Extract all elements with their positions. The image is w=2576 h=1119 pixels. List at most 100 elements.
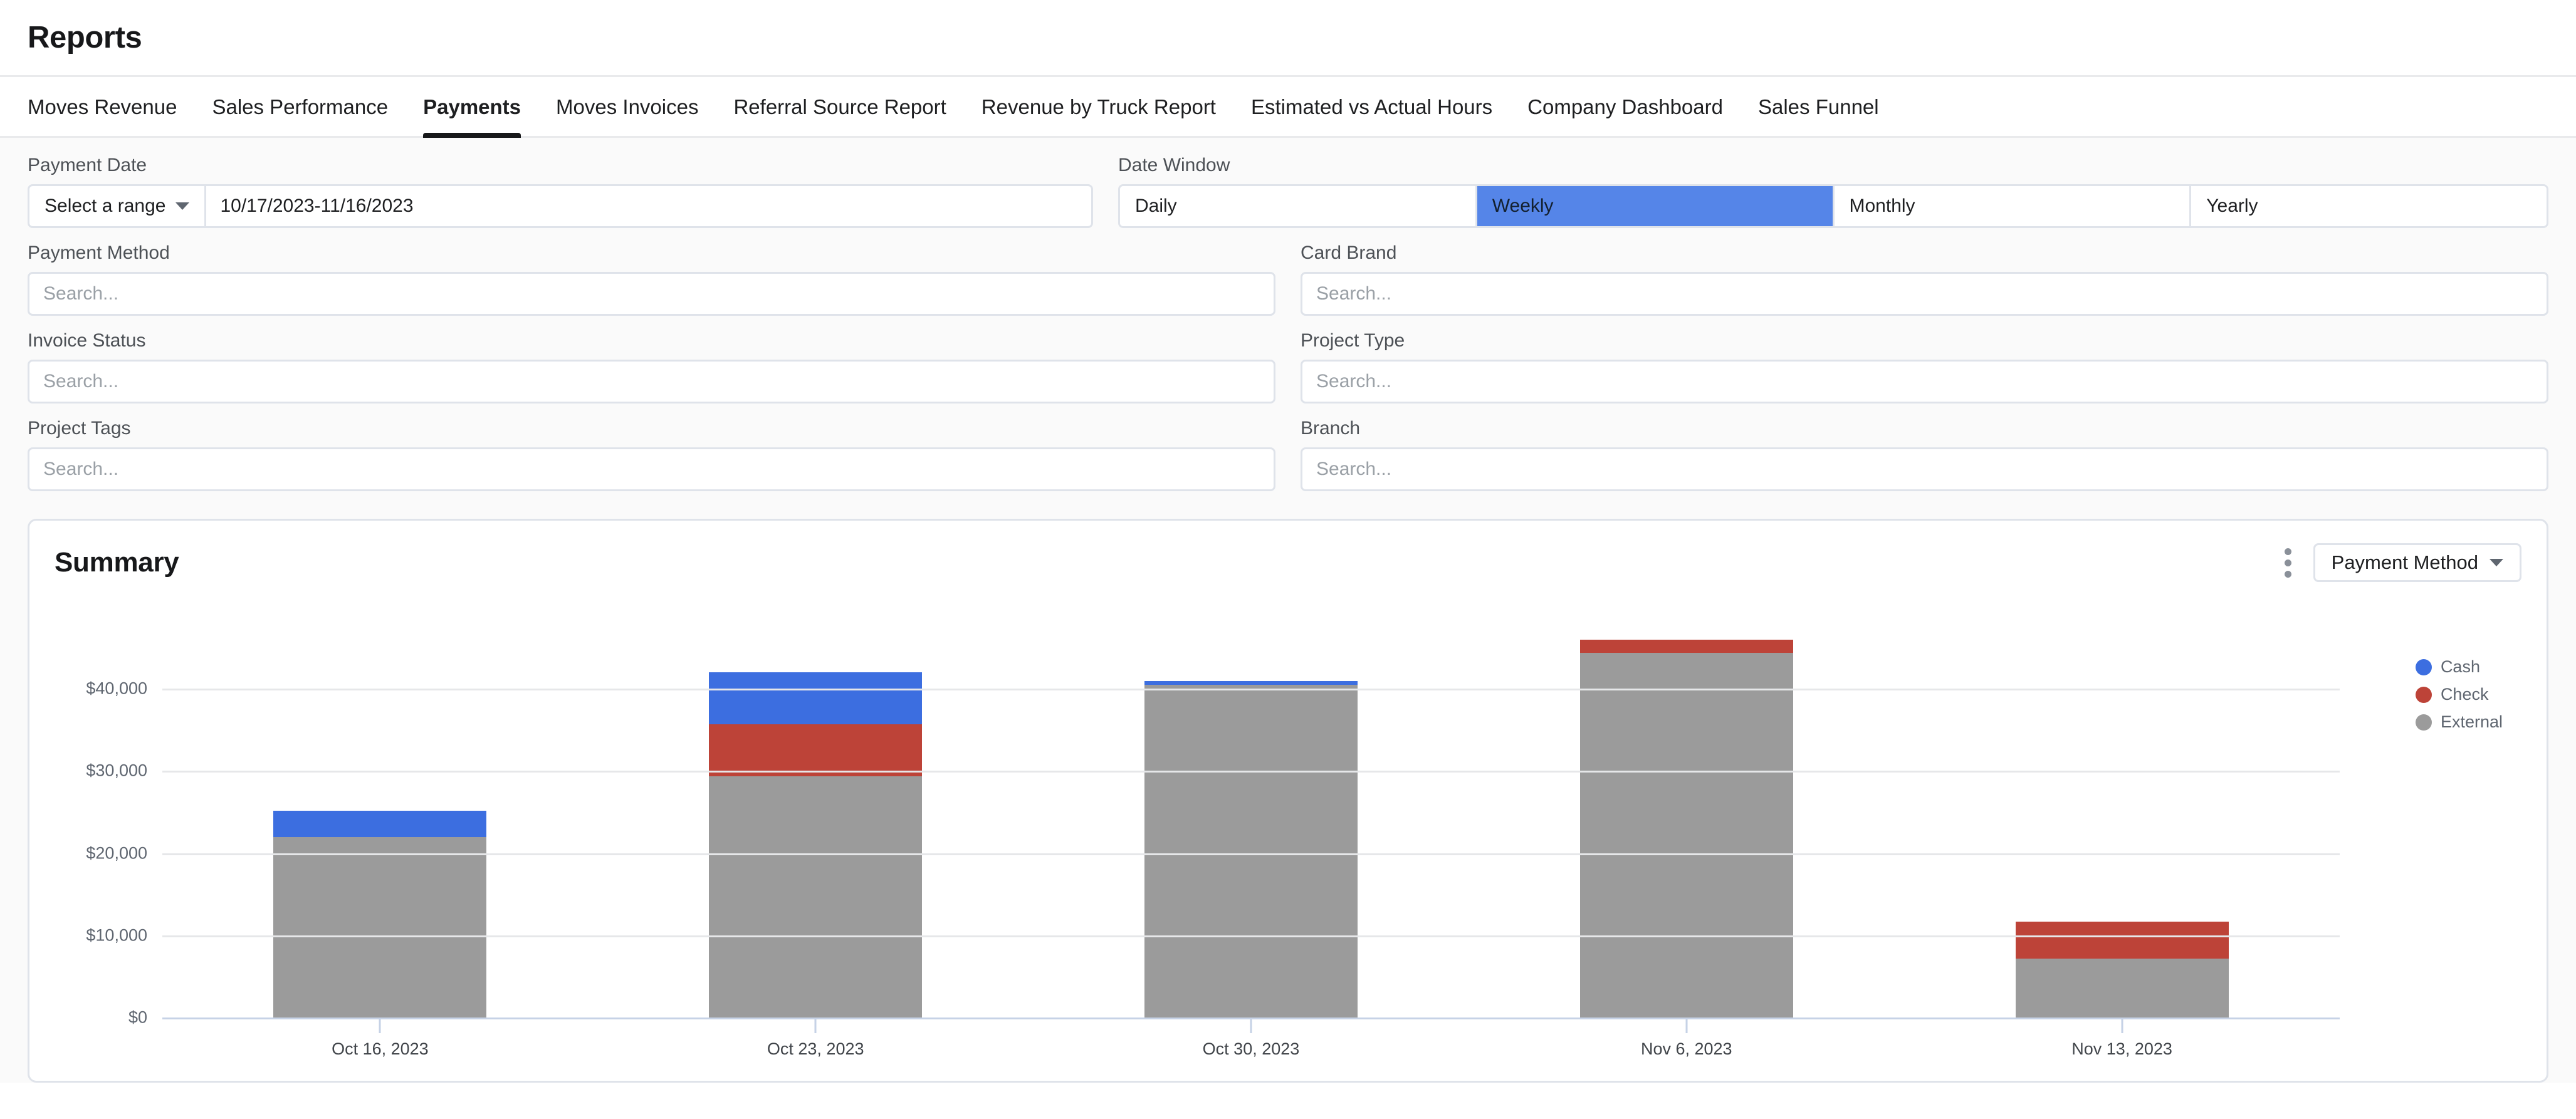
bar-segment-external[interactable] — [709, 776, 923, 1019]
chart-gridline: $20,000 — [86, 843, 2340, 862]
tab-payments[interactable]: Payments — [406, 96, 538, 138]
summary-title: Summary — [55, 547, 179, 578]
card-brand-label: Card Brand — [1301, 242, 1397, 263]
date-window-option-yearly[interactable]: Yearly — [2191, 186, 2547, 226]
page-title: Reports — [28, 21, 142, 55]
x-axis-tick-label: Nov 13, 2023 — [2071, 1039, 2172, 1058]
y-axis-tick-label: $0 — [128, 1007, 147, 1027]
branch-search-input[interactable] — [1302, 449, 2547, 489]
x-axis-tick-mark — [379, 1019, 381, 1033]
x-axis-tick-label: Oct 30, 2023 — [1202, 1039, 1300, 1058]
tab-moves-invoices[interactable]: Moves Invoices — [538, 96, 716, 136]
summary-card: Summary Payment Method Oct 16, 2023 Oct 2… — [28, 519, 2548, 1083]
x-axis-tick-mark — [2121, 1019, 2123, 1033]
date-window-filter: Date Window Daily Weekly Monthly Yearly — [1118, 154, 2548, 228]
summary-card-header: Summary Payment Method — [55, 542, 2521, 583]
branch-filter: Branch — [1301, 417, 2548, 491]
chart-legend: Cash Check External — [2415, 657, 2503, 732]
invoice-status-control[interactable] — [28, 360, 1275, 403]
legend-color-swatch-icon — [2415, 686, 2432, 703]
bar-segment-check[interactable] — [2015, 921, 2229, 959]
x-axis-tick-mark — [814, 1019, 817, 1033]
branch-control[interactable] — [1301, 447, 2548, 491]
summary-card-actions: Payment Method — [2285, 543, 2521, 582]
chart-gridline: $40,000 — [86, 679, 2340, 698]
filters-panel: Payment Date Select a range 10/17/2023-1… — [0, 138, 2576, 510]
card-brand-control[interactable] — [1301, 272, 2548, 316]
payment-date-value[interactable]: 10/17/2023-11/16/2023 — [206, 195, 1091, 217]
kebab-dot — [2285, 548, 2292, 555]
chart-stacked-bar[interactable] — [1144, 680, 1358, 1019]
chart-bars: Oct 16, 2023 Oct 23, 2023 Oct 30, 2023 Nov … — [162, 637, 2340, 1058]
kebab-menu-icon[interactable] — [2285, 548, 2292, 578]
chevron-down-icon — [2490, 559, 2503, 566]
legend-color-swatch-icon — [2415, 714, 2432, 731]
bar-segment-external[interactable] — [1144, 685, 1358, 1019]
legend-item-cash[interactable]: Cash — [2415, 657, 2503, 677]
chart-category-slot: Nov 13, 2023 — [1904, 637, 2340, 1058]
bar-segment-external[interactable] — [2015, 958, 2229, 1019]
chevron-down-icon — [175, 202, 190, 210]
payment-date-filter: Payment Date Select a range 10/17/2023-1… — [28, 154, 1093, 228]
summary-card-wrapper: Summary Payment Method Oct 16, 2023 Oct 2… — [0, 510, 2576, 1083]
card-brand-filter: Card Brand — [1301, 242, 2548, 316]
y-axis-tick-label: $40,000 — [86, 679, 147, 698]
x-axis-tick-mark — [1250, 1019, 1252, 1033]
bar-segment-external[interactable] — [1579, 652, 1793, 1019]
tab-referral-source-report[interactable]: Referral Source Report — [716, 96, 963, 136]
chart-category-slot: Oct 30, 2023 — [1034, 637, 1469, 1058]
payment-date-range-control[interactable]: Select a range 10/17/2023-11/16/2023 — [28, 184, 1093, 228]
chart-stacked-bar[interactable] — [1579, 639, 1793, 1019]
project-tags-control[interactable] — [28, 447, 1275, 491]
payments-bar-chart: Oct 16, 2023 Oct 23, 2023 Oct 30, 2023 Nov … — [55, 597, 2521, 1073]
date-window-option-weekly[interactable]: Weekly — [1477, 186, 1835, 226]
project-type-search-input[interactable] — [1302, 362, 2547, 402]
bar-segment-cash[interactable] — [709, 672, 923, 725]
payment-method-label: Payment Method — [28, 242, 170, 263]
legend-color-swatch-icon — [2415, 658, 2432, 675]
x-axis-tick-label: Nov 6, 2023 — [1640, 1039, 1732, 1058]
payment-method-search-input[interactable] — [29, 274, 1274, 314]
project-type-control[interactable] — [1301, 360, 2548, 403]
legend-item-external[interactable]: External — [2415, 712, 2503, 732]
invoice-status-filter: Invoice Status — [28, 330, 1275, 403]
range-preset-select[interactable]: Select a range — [29, 186, 207, 226]
invoice-status-label: Invoice Status — [28, 330, 146, 351]
tab-sales-performance[interactable]: Sales Performance — [194, 96, 406, 136]
bar-segment-cash[interactable] — [273, 810, 487, 837]
card-brand-search-input[interactable] — [1302, 274, 2547, 314]
filter-row-2: Payment Method Card Brand — [28, 242, 2548, 316]
bar-segment-check[interactable] — [709, 724, 923, 776]
y-axis-tick-label: $30,000 — [86, 761, 147, 780]
x-axis-tick-label: Oct 16, 2023 — [332, 1039, 429, 1058]
invoice-status-search-input[interactable] — [29, 362, 1274, 402]
date-window-option-monthly[interactable]: Monthly — [1834, 186, 2192, 226]
date-window-option-daily[interactable]: Daily — [1120, 186, 1477, 226]
group-by-dropdown[interactable]: Payment Method — [2313, 543, 2521, 582]
payment-method-filter: Payment Method — [28, 242, 1275, 316]
range-preset-label: Select a range — [45, 195, 166, 216]
x-axis-tick-mark — [1685, 1019, 1688, 1033]
payment-method-control[interactable] — [28, 272, 1275, 316]
tab-company-dashboard[interactable]: Company Dashboard — [1510, 96, 1741, 136]
filter-row-4: Project Tags Branch — [28, 417, 2548, 491]
tab-sales-funnel[interactable]: Sales Funnel — [1741, 96, 1897, 136]
bar-segment-external[interactable] — [273, 836, 487, 1019]
filter-row-1: Payment Date Select a range 10/17/2023-1… — [28, 154, 2548, 228]
project-tags-label: Project Tags — [28, 418, 131, 439]
legend-item-check[interactable]: Check — [2415, 685, 2503, 704]
bar-segment-check[interactable] — [1579, 639, 1793, 653]
legend-label: Cash — [2440, 657, 2480, 676]
project-tags-search-input[interactable] — [29, 449, 1274, 489]
payment-date-label: Payment Date — [28, 155, 147, 175]
tab-estimated-vs-actual-hours[interactable]: Estimated vs Actual Hours — [1233, 96, 1510, 136]
tab-revenue-by-truck-report[interactable]: Revenue by Truck Report — [964, 96, 1233, 136]
legend-label: External — [2440, 712, 2503, 731]
chart-stacked-bar[interactable] — [709, 672, 923, 1019]
chart-category-slot: Oct 16, 2023 — [162, 637, 598, 1058]
chart-gridline: $30,000 — [86, 761, 2340, 780]
project-type-label: Project Type — [1301, 330, 1405, 351]
date-window-segmented-control[interactable]: Daily Weekly Monthly Yearly — [1118, 184, 2548, 228]
tab-moves-revenue[interactable]: Moves Revenue — [28, 96, 194, 136]
chart-stacked-bar[interactable] — [273, 810, 487, 1019]
